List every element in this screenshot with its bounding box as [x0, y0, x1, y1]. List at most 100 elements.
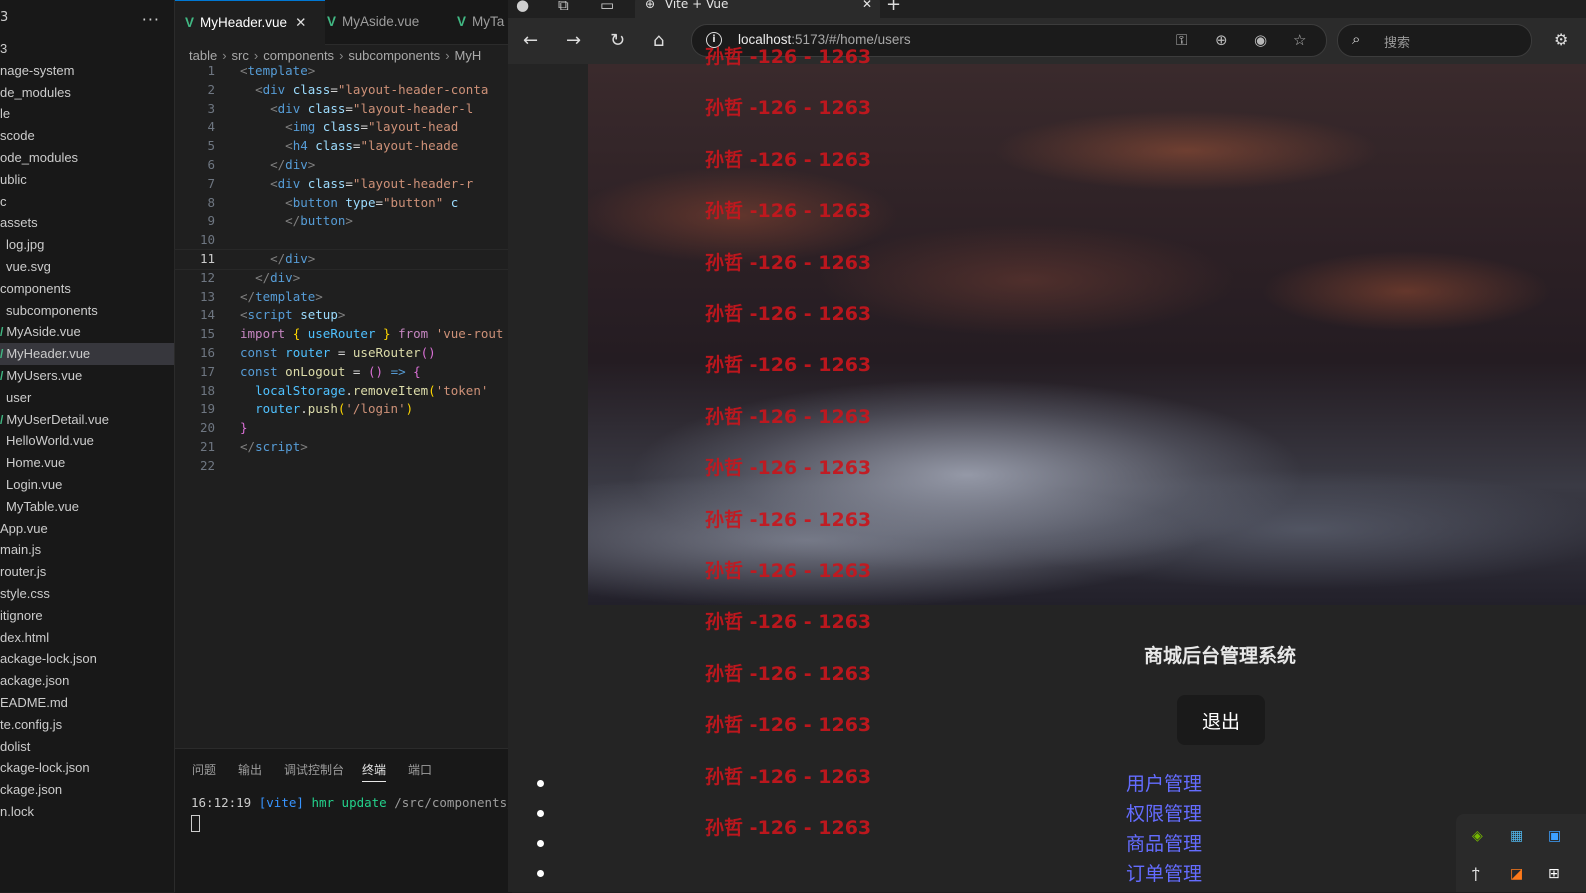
panel-tab[interactable]: 输出 [238, 761, 262, 778]
explorer-item[interactable]: MyTable.vue [0, 496, 174, 518]
explorer-item[interactable]: App.vue [0, 518, 174, 540]
explorer-item[interactable]: ackage-lock.json [0, 648, 174, 670]
close-icon[interactable]: ✕ [295, 15, 306, 30]
explorer-item[interactable]: HelloWorld.vue [0, 430, 174, 452]
more-actions-icon[interactable]: ··· [142, 10, 160, 29]
nvidia-icon[interactable]: ◈ [1472, 828, 1483, 844]
code-line[interactable]: 4 <img class="layout-head [175, 118, 512, 137]
explorer-item[interactable]: log.jpg [0, 234, 174, 256]
zoom-icon[interactable]: ⊕ [1215, 31, 1228, 49]
breadcrumb-item[interactable]: table [189, 48, 217, 63]
panel-tab[interactable]: 调试控制台 [284, 761, 344, 778]
explorer-item[interactable]: ckage.json [0, 779, 174, 801]
code-line[interactable]: 19 router.push('/login') [175, 400, 512, 419]
explorer-item[interactable]: vue.svg [0, 256, 174, 278]
explorer-item[interactable]: dex.html [0, 627, 174, 649]
menu-link[interactable]: 订单管理 [1126, 859, 1202, 886]
explorer-item[interactable]: le [0, 103, 174, 125]
code-line[interactable]: 20} [175, 419, 512, 438]
explorer-item[interactable]: ublic [0, 169, 174, 191]
explorer-item[interactable]: te.config.js [0, 714, 174, 736]
explorer-item[interactable]: main.js [0, 539, 174, 561]
explorer-item[interactable]: ckage-lock.json [0, 757, 174, 779]
explorer-item[interactable]: / MyUserDetail.vue [0, 409, 174, 431]
code-line[interactable]: 10 [175, 231, 512, 250]
extensions-icon[interactable]: ⚙ [1554, 30, 1568, 49]
explorer-item[interactable]: ackage.json [0, 670, 174, 692]
explorer-item[interactable]: ode_modules [0, 147, 174, 169]
key-icon[interactable]: ⚿ [1176, 31, 1187, 49]
menu-link[interactable]: 权限管理 [1126, 799, 1202, 826]
monitor-icon[interactable]: ▣ [1548, 828, 1561, 844]
code-line[interactable]: 11 </div> [174, 248, 513, 270]
logout-button[interactable]: 退出 [1177, 695, 1265, 745]
close-tab-icon[interactable]: ✕ [862, 0, 872, 14]
panel-tab[interactable]: 问题 [192, 761, 216, 778]
menu-link[interactable]: 用户管理 [1126, 769, 1202, 796]
breadcrumb-item[interactable]: components [263, 48, 334, 63]
workspaces-icon[interactable]: ⧉ [558, 0, 569, 14]
breadcrumb-item[interactable]: subcomponents [348, 48, 440, 63]
panel-tab[interactable]: 终端 [362, 761, 387, 782]
explorer-item[interactable]: components [0, 278, 174, 300]
explorer-item[interactable]: / MyUsers.vue [0, 365, 174, 387]
app-grid-icon[interactable]: ▦ [1510, 828, 1523, 844]
forward-icon[interactable]: → [566, 30, 581, 51]
tb-icon[interactable]: ϯ [1472, 866, 1480, 882]
code-line[interactable]: 18 localStorage.removeItem('token' [175, 382, 512, 401]
vertical-tabs-icon[interactable]: ▭ [600, 0, 614, 14]
editor-tab[interactable]: V MyHeader.vue ✕ [175, 0, 325, 45]
explorer-item[interactable]: Home.vue [0, 452, 174, 474]
explorer-item[interactable]: n.lock [0, 801, 174, 823]
code-line[interactable]: 21 </script> [175, 438, 512, 457]
terminal-cursor[interactable] [191, 815, 200, 832]
code-line[interactable]: 22 [175, 457, 512, 476]
explorer-item[interactable]: 3 [0, 38, 174, 60]
explorer-item[interactable]: subcomponents [0, 300, 174, 322]
read-aloud-icon[interactable]: ◉ [1254, 31, 1267, 49]
code-line[interactable]: 15 import { useRouter } from 'vue-rout [175, 325, 512, 344]
menu-link[interactable]: 商品管理 [1126, 829, 1202, 856]
explorer-item[interactable]: itignore [0, 605, 174, 627]
panel-tab[interactable]: 端口 [408, 761, 432, 778]
code-line[interactable]: 14 <script setup> [175, 306, 512, 325]
code-line[interactable]: 3 <div class="layout-header-l [175, 100, 512, 119]
code-line[interactable]: 6 </div> [175, 156, 512, 175]
orange-app-icon[interactable]: ◪ [1510, 866, 1523, 882]
editor-tab[interactable]: V MyAside.vue [317, 0, 455, 44]
explorer-item[interactable]: / MyAside.vue [0, 321, 174, 343]
explorer-item[interactable]: nage-system [0, 60, 174, 82]
favorite-star-icon[interactable]: ☆ [1293, 31, 1306, 49]
code-editor[interactable]: 1 <template> 2 <div class="layout-header-c… [174, 62, 513, 476]
breadcrumb-item[interactable]: MyH [455, 48, 482, 63]
code-line[interactable]: 5 <h4 class="layout-heade [175, 137, 512, 156]
browser-tab-active[interactable]: ⊕ Vite + Vue ✕ [635, 0, 880, 18]
code-line[interactable]: 7 <div class="layout-header-r [175, 175, 512, 194]
explorer-item[interactable]: scode [0, 125, 174, 147]
explorer-item[interactable]: c [0, 191, 174, 213]
windows-icon[interactable]: ⊞ [1548, 866, 1560, 882]
profile-icon[interactable]: ● [516, 0, 529, 14]
code-line[interactable]: 12 </div> [175, 269, 512, 288]
explorer-item[interactable]: / MyHeader.vue [0, 343, 174, 365]
code-line[interactable]: 2 <div class="layout-header-conta [175, 81, 512, 100]
explorer-item[interactable]: de_modules [0, 82, 174, 104]
new-tab-button[interactable]: + [886, 0, 901, 15]
code-line[interactable]: 13 </template> [175, 288, 512, 307]
explorer-item[interactable]: EADME.md [0, 692, 174, 714]
home-icon[interactable]: ⌂ [653, 30, 664, 51]
explorer-item[interactable]: user [0, 387, 174, 409]
explorer-item[interactable]: router.js [0, 561, 174, 583]
refresh-icon[interactable]: ↻ [610, 30, 625, 51]
code-line[interactable]: 17 const onLogout = () => { [175, 363, 512, 382]
breadcrumb-item[interactable]: src [232, 48, 249, 63]
explorer-item[interactable]: dolist [0, 736, 174, 758]
search-box[interactable]: ⌕ 搜索 [1337, 24, 1532, 57]
explorer-item[interactable]: Login.vue [0, 474, 174, 496]
back-icon[interactable]: ← [523, 30, 538, 51]
code-line[interactable]: 1 <template> [175, 62, 512, 81]
explorer-item[interactable]: style.css [0, 583, 174, 605]
code-line[interactable]: 16 const router = useRouter() [175, 344, 512, 363]
code-line[interactable]: 8 <button type="button" c [175, 194, 512, 213]
explorer-item[interactable]: assets [0, 212, 174, 234]
